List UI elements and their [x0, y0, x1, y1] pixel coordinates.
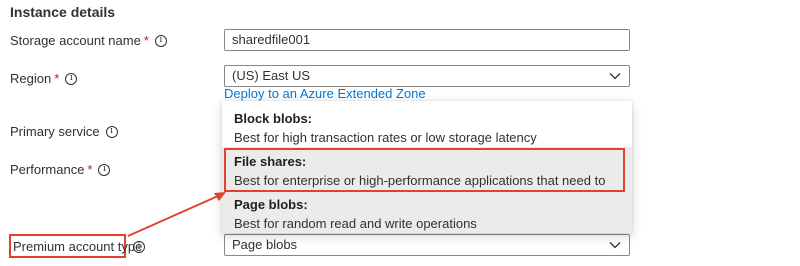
- annotation-arrow: [127, 192, 226, 237]
